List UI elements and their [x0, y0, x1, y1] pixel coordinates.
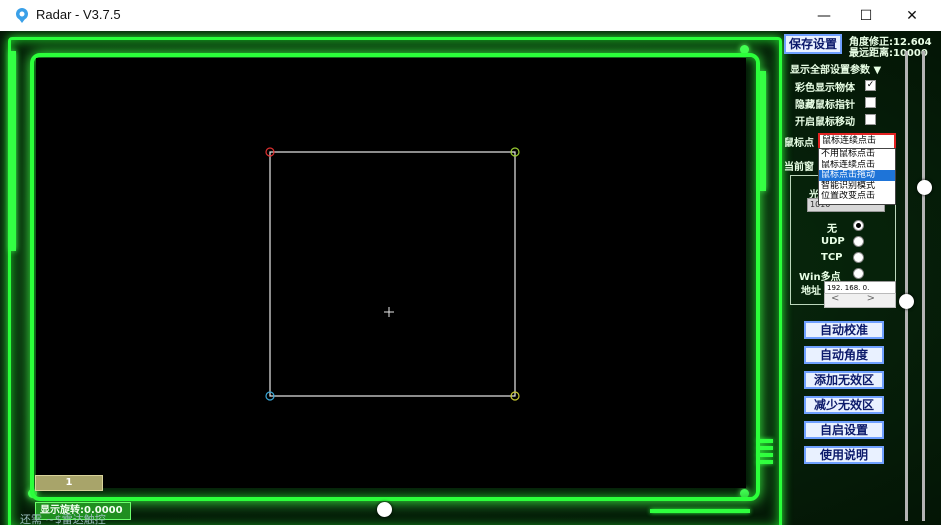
scroll-right-arrow-icon[interactable]: >	[867, 293, 875, 304]
network-option-none-label: 无	[827, 224, 837, 235]
page-indicator: 1	[35, 475, 103, 491]
enable-mouse-move-label: 开启鼠标移动	[795, 117, 855, 128]
calibration-rectangle	[269, 151, 516, 397]
auto-angle-button[interactable]: 自动角度	[804, 346, 884, 364]
reduce-invalid-zone-button[interactable]: 减少无效区	[804, 396, 884, 414]
vertical-slider-knob[interactable]	[899, 294, 914, 309]
instructions-button[interactable]: 使用说明	[804, 446, 884, 464]
title-bar: Radar - V3.7.5 — ☐ ✕	[0, 0, 941, 32]
vertical-slider-track[interactable]	[905, 51, 908, 521]
bottom-slider-knob[interactable]	[377, 502, 392, 517]
left-accent-bar	[10, 51, 16, 251]
window-title: Radar - V3.7.5	[36, 7, 121, 22]
network-option-win-radio[interactable]	[853, 268, 864, 279]
main-window: 1 显示旋转:0.0000 还需 ~$雷达触控 保存设置 角度修正:12.604…	[0, 31, 941, 525]
autostart-settings-button[interactable]: 自启设置	[804, 421, 884, 439]
scroll-left-arrow-icon[interactable]: <	[831, 293, 839, 304]
network-option-none-radio[interactable]	[853, 220, 864, 231]
color-objects-checkbox[interactable]: ✓	[865, 80, 876, 91]
dropdown-option[interactable]: 鼠标连续点击	[819, 160, 895, 171]
enable-mouse-move-checkbox[interactable]	[865, 114, 876, 125]
center-crosshair-icon	[384, 307, 394, 317]
current-window-label: 当前窗	[784, 162, 814, 173]
bottom-stripe	[650, 509, 750, 513]
network-option-udp-label: UDP	[821, 236, 845, 247]
mouse-point-label: 鼠标点	[784, 138, 814, 149]
dropdown-option[interactable]: 智能识别模式	[819, 181, 895, 192]
radar-canvas[interactable]	[36, 58, 746, 488]
calibration-overlay	[265, 147, 520, 401]
color-objects-label: 彩色显示物体	[795, 83, 855, 94]
vertical-slider-knob[interactable]	[917, 180, 932, 195]
close-button[interactable]: ✕	[889, 0, 935, 31]
add-invalid-zone-button[interactable]: 添加无效区	[804, 371, 884, 389]
show-all-settings-toggle[interactable]: 显示全部设置参数 ▼	[790, 61, 881, 76]
dropdown-option[interactable]: 位置改变点击	[819, 191, 895, 202]
background-text: 还需 ~$雷达触控	[20, 513, 106, 525]
hide-cursor-checkbox[interactable]	[865, 97, 876, 108]
max-distance-label: 最远距离:10000	[849, 48, 928, 59]
network-option-tcp-radio[interactable]	[853, 252, 864, 263]
vertical-slider-track[interactable]	[922, 51, 925, 521]
right-accent-bar	[760, 71, 766, 191]
minimize-button[interactable]: —	[801, 0, 847, 31]
dropdown-option-highlighted[interactable]: 鼠标点击拖动	[819, 170, 895, 181]
hide-cursor-label: 隐藏鼠标指针	[795, 100, 855, 111]
radar-app-icon	[16, 8, 28, 23]
dropdown-option[interactable]: 不用鼠标点击	[819, 149, 895, 160]
maximize-button[interactable]: ☐	[843, 0, 889, 31]
address-scrollbar[interactable]: < >	[824, 293, 896, 308]
auto-calibrate-button[interactable]: 自动校准	[804, 321, 884, 339]
network-option-udp-radio[interactable]	[853, 236, 864, 247]
address-label: 地址	[801, 286, 821, 297]
save-settings-button[interactable]: 保存设置	[784, 34, 842, 54]
mouse-click-mode-dropdown[interactable]: 不用鼠标点击 鼠标连续点击 鼠标点击拖动 智能识别模式 位置改变点击	[818, 148, 896, 205]
network-option-tcp-label: TCP	[821, 252, 843, 263]
